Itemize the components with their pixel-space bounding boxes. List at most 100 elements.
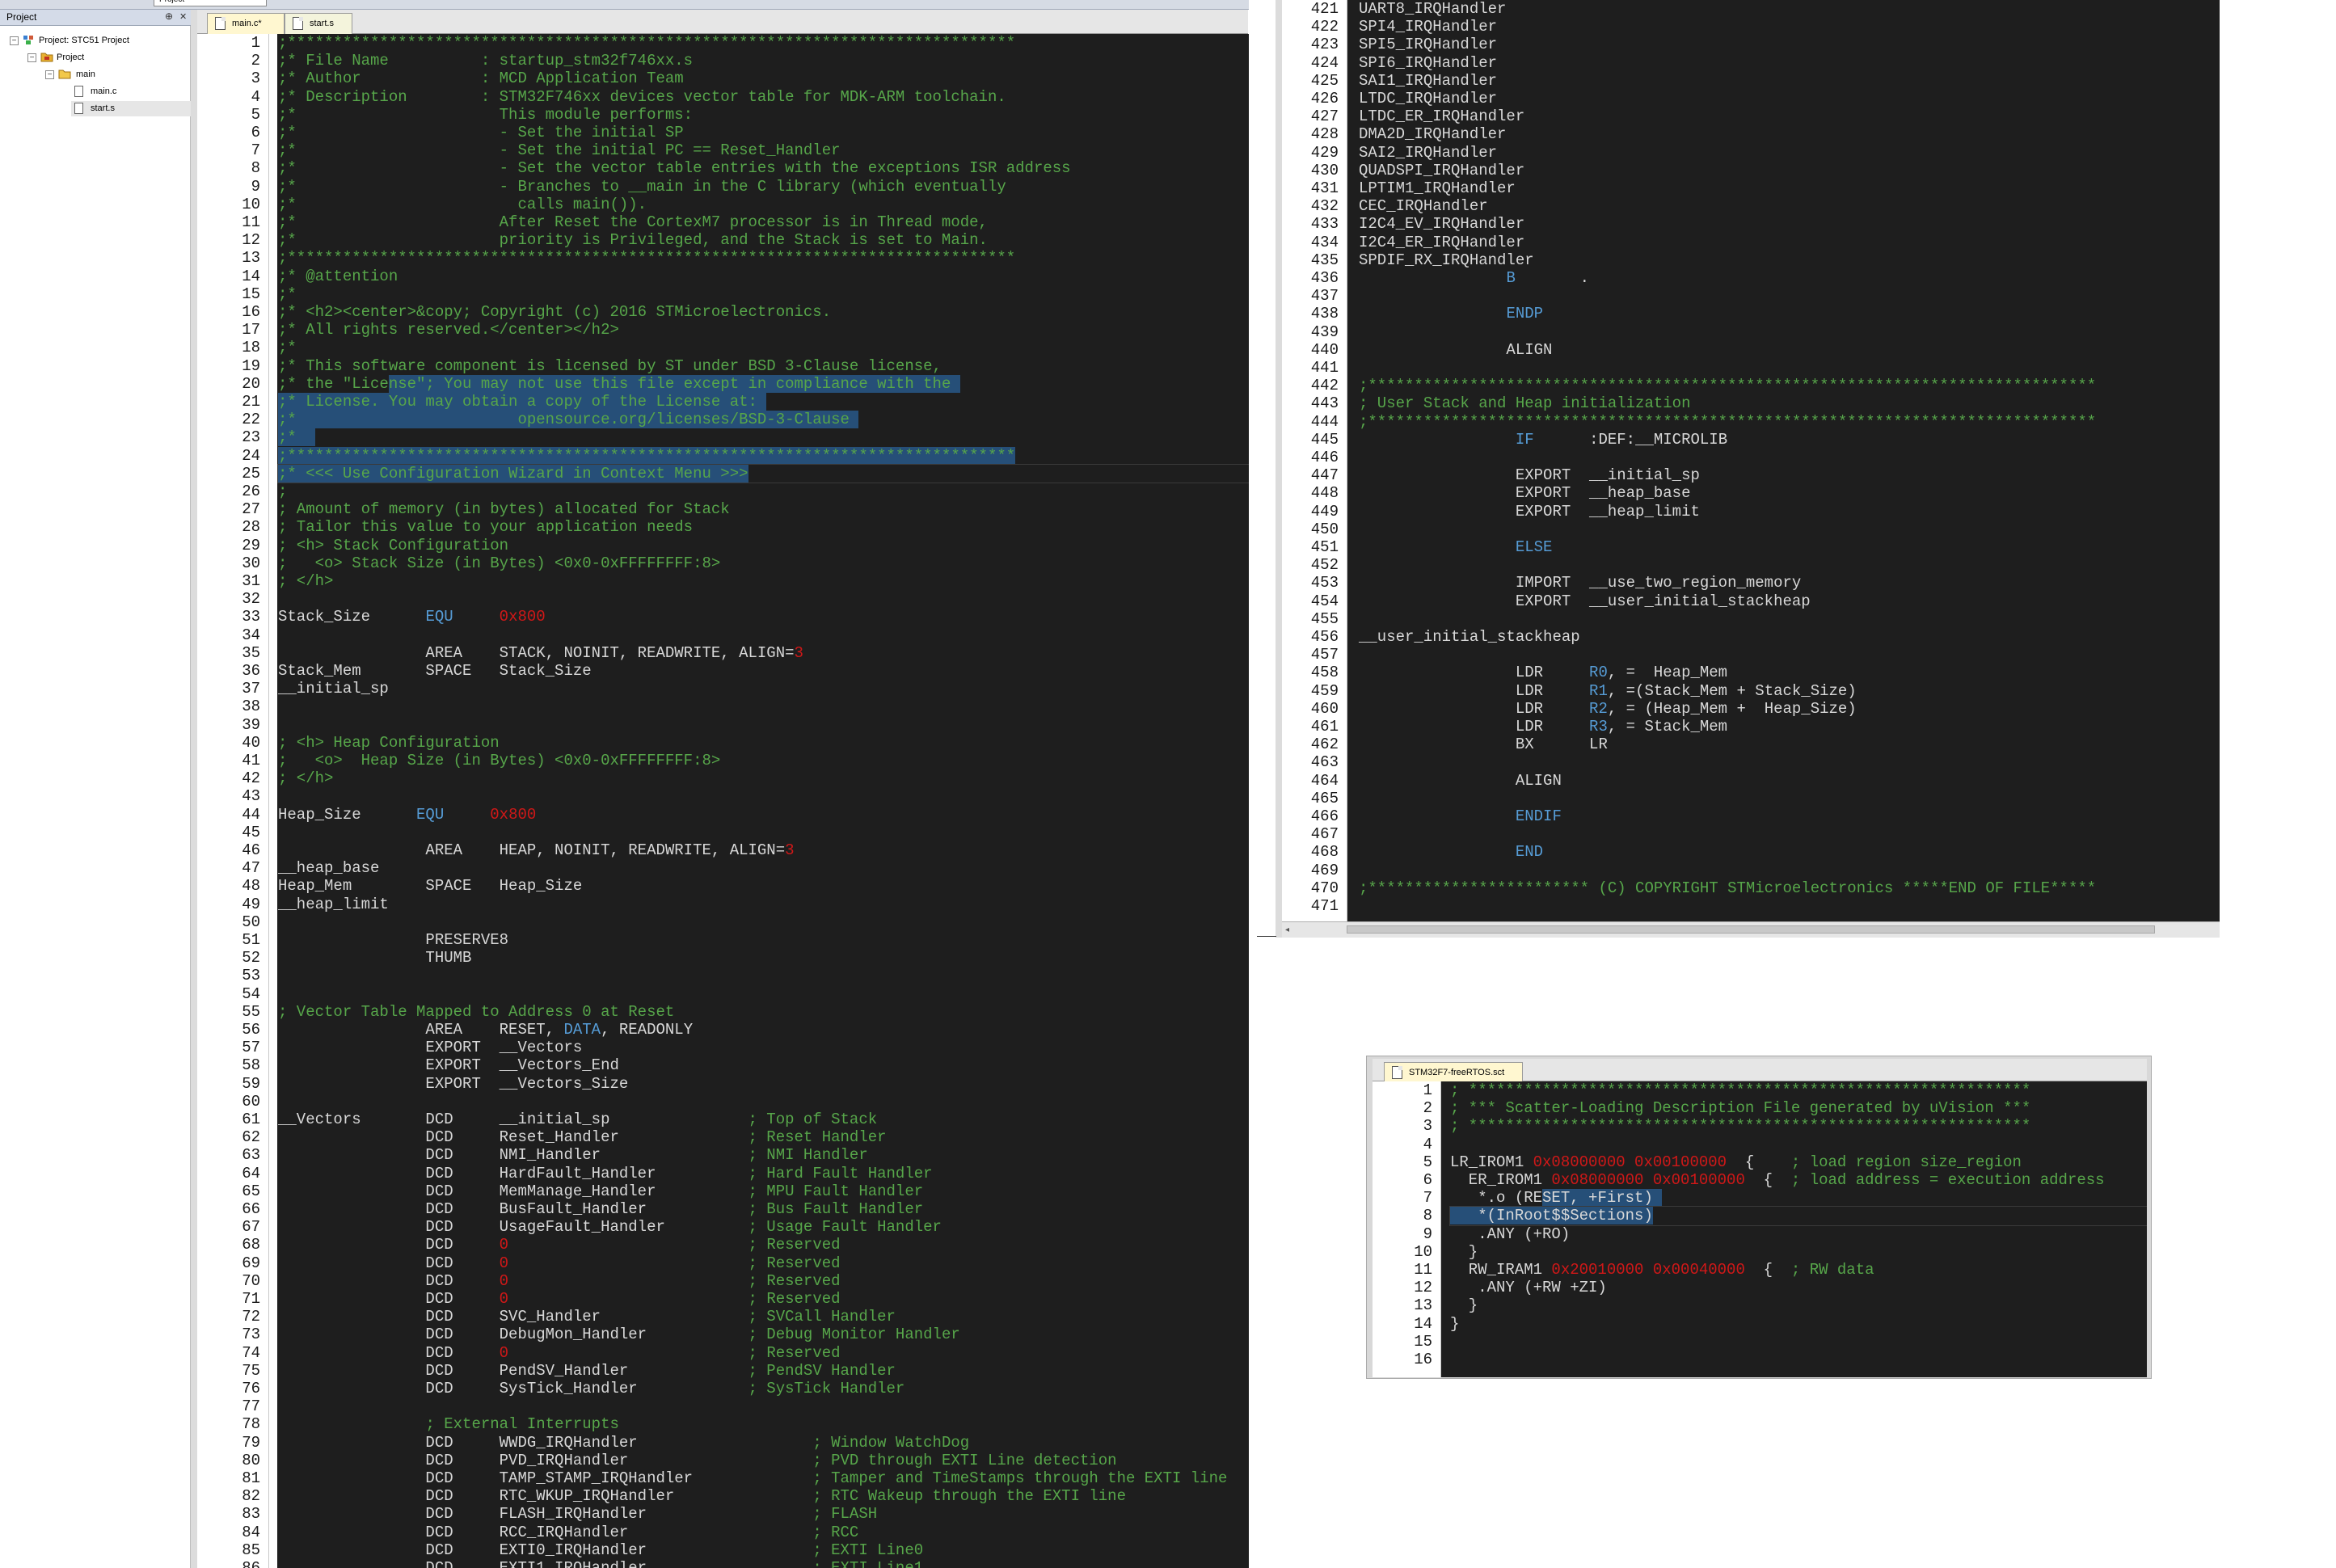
tree-item-project-root[interactable]: Project: STC51 Project — [39, 33, 129, 48]
code-line[interactable]: LDR R3, = Stack_Mem — [1359, 718, 2220, 736]
code-line[interactable] — [278, 913, 1249, 931]
code-line[interactable]: ;* Author : MCD Application Team — [278, 70, 1249, 87]
code-line[interactable]: DMA2D_IRQHandler — [1359, 125, 2220, 143]
code-line[interactable]: ;* — [278, 285, 1249, 303]
code-line[interactable]: ;* <<< Use Configuration Wizard in Conte… — [277, 463, 1249, 483]
code-line[interactable]: ;* — [278, 428, 1249, 447]
tree-item-file-main-c[interactable]: main.c — [91, 84, 116, 99]
code-line[interactable]: SAI2_IRQHandler — [1359, 144, 2220, 162]
code-line[interactable] — [278, 787, 1249, 805]
code-line[interactable]: SPI5_IRQHandler — [1359, 36, 2220, 53]
code-line[interactable]: ;* - Set the vector table entries with t… — [278, 159, 1249, 177]
code-line[interactable]: *(InRoot$$Sections) — [1449, 1206, 2147, 1226]
code-line[interactable]: DCD 0 ; Reserved — [278, 1236, 1249, 1254]
code-line[interactable]: DCD EXTI1_IRQHandler ; EXTI Line1 — [278, 1559, 1249, 1568]
code-line[interactable]: } — [1450, 1296, 2147, 1314]
code-line[interactable]: DCD PendSV_Handler ; PendSV Handler — [278, 1362, 1249, 1380]
code-line[interactable] — [1450, 1333, 2147, 1351]
code-line[interactable]: ELSE — [1359, 538, 2220, 556]
code-line[interactable]: ; Tailor this value to your application … — [278, 518, 1249, 536]
code-line[interactable]: DCD 0 ; Reserved — [278, 1272, 1249, 1290]
code-line[interactable] — [278, 716, 1249, 734]
tree-expander-target[interactable]: − — [27, 53, 36, 62]
code-line[interactable] — [278, 985, 1249, 1003]
code-line[interactable] — [278, 1093, 1249, 1111]
code-line[interactable]: ;* All rights reserved.</center></h2> — [278, 321, 1249, 339]
code-line[interactable]: __heap_base — [278, 859, 1249, 877]
code-line[interactable]: PRESERVE8 — [278, 931, 1249, 949]
code-line[interactable] — [1359, 521, 2220, 538]
code-line[interactable]: ; *** Scatter-Loading Description File g… — [1450, 1099, 2147, 1117]
code-line[interactable]: ;* calls main()). — [278, 196, 1249, 213]
tree-expander-group[interactable]: − — [45, 70, 54, 79]
code-line[interactable] — [1359, 862, 2220, 879]
code-line[interactable]: AREA RESET, DATA, READONLY — [278, 1021, 1249, 1039]
code-line[interactable]: ;***************************************… — [278, 249, 1249, 267]
code-line[interactable]: EXPORT __Vectors_End — [278, 1056, 1249, 1074]
code-line[interactable]: ;* This module performs: — [278, 106, 1249, 124]
code-line[interactable]: Stack_Size EQU 0x800 — [278, 608, 1249, 626]
code-line[interactable] — [1450, 1351, 2147, 1368]
code-line[interactable]: LR_IROM1 0x08000000 0x00100000 { ; load … — [1450, 1153, 2147, 1171]
code-line[interactable] — [1359, 610, 2220, 628]
code-line[interactable]: .ANY (+RW +ZI) — [1450, 1279, 2147, 1296]
code-line[interactable] — [1359, 646, 2220, 664]
code-line[interactable]: IMPORT __use_two_region_memory — [1359, 574, 2220, 592]
code-line[interactable]: LTDC_ER_IRQHandler — [1359, 107, 2220, 125]
code-line[interactable] — [278, 1397, 1249, 1415]
code-line[interactable]: ;***************************************… — [1359, 413, 2220, 431]
main-editor-scrollbar[interactable] — [1249, 0, 1259, 1568]
code-line[interactable]: ;* priority is Privileged, and the Stack… — [278, 231, 1249, 249]
code-line[interactable]: ; <h> Heap Configuration — [278, 734, 1249, 752]
code-line[interactable]: ;* License. You may obtain a copy of the… — [278, 393, 1249, 411]
code-line[interactable]: EXPORT __heap_base — [1359, 484, 2220, 502]
code-line[interactable] — [1359, 449, 2220, 466]
code-line[interactable]: DCD RTC_WKUP_IRQHandler ; RTC Wakeup thr… — [278, 1487, 1249, 1505]
code-line[interactable]: AREA HEAP, NOINIT, READWRITE, ALIGN=3 — [278, 841, 1249, 859]
code-line[interactable]: ; </h> — [278, 572, 1249, 590]
code-line[interactable]: LDR R1, =(Stack_Mem + Stack_Size) — [1359, 682, 2220, 700]
code-line[interactable]: DCD SVC_Handler ; SVCall Handler — [278, 1308, 1249, 1326]
code-line[interactable] — [1359, 359, 2220, 377]
tab-main-c[interactable]: main.c* — [207, 13, 285, 34]
code-line[interactable]: DCD PVD_IRQHandler ; PVD through EXTI Li… — [278, 1452, 1249, 1469]
right-editor[interactable]: UART8_IRQHandler SPI4_IRQHandler SPI5_IRQH… — [1282, 0, 2220, 921]
code-line[interactable]: DCD DebugMon_Handler ; Debug Monitor Han… — [278, 1326, 1249, 1343]
code-line[interactable]: IF :DEF:__MICROLIB — [1359, 431, 2220, 449]
code-line[interactable]: } — [1450, 1243, 2147, 1261]
code-line[interactable]: ; **************************************… — [1450, 1081, 2147, 1099]
code-line[interactable]: DCD Reset_Handler ; Reset Handler — [278, 1128, 1249, 1146]
code-line[interactable]: B . — [1359, 269, 2220, 287]
code-line[interactable]: ;***************************************… — [278, 446, 1249, 465]
code-line[interactable] — [278, 824, 1249, 841]
code-line[interactable]: ;* the "License"; You may not use this f… — [278, 374, 1249, 393]
code-line[interactable]: ;************************ (C) COPYRIGHT … — [1359, 879, 2220, 897]
code-line[interactable] — [1359, 323, 2220, 341]
code-line[interactable]: EXPORT __Vectors_Size — [278, 1075, 1249, 1093]
code-line[interactable] — [1359, 897, 2220, 915]
code-line[interactable]: ; <h> Stack Configuration — [278, 537, 1249, 554]
code-line[interactable]: ; <o> Heap Size (in Bytes) <0x0-0xFFFFFF… — [278, 752, 1249, 769]
code-line[interactable]: __heap_limit — [278, 896, 1249, 913]
pin-icon[interactable]: ⊕ — [165, 11, 173, 22]
scroll-left-arrow[interactable]: ◂ — [1285, 925, 1289, 934]
code-line[interactable]: ; </h> — [278, 769, 1249, 787]
code-line[interactable]: DCD 0 ; Reserved — [278, 1290, 1249, 1308]
code-line[interactable]: LPTIM1_IRQHandler — [1359, 179, 2220, 197]
code-line[interactable]: ;* - Set the initial PC == Reset_Handler — [278, 141, 1249, 159]
code-line[interactable]: ; — [278, 483, 1249, 500]
code-line[interactable]: LTDC_IRQHandler — [1359, 90, 2220, 107]
right-editor-hscrollbar[interactable]: ◂ — [1282, 921, 2220, 938]
code-line[interactable]: EXPORT __heap_limit — [1359, 503, 2220, 521]
code-line[interactable]: DCD 0 ; Reserved — [278, 1344, 1249, 1362]
code-line[interactable]: THUMB — [278, 949, 1249, 967]
code-line[interactable]: ; User Stack and Heap initialization — [1359, 394, 2220, 412]
code-line[interactable]: QUADSPI_IRQHandler — [1359, 162, 2220, 179]
code-line[interactable]: DCD RCC_IRQHandler ; RCC — [278, 1524, 1249, 1541]
code-line[interactable]: SPDIF_RX_IRQHandler — [1359, 251, 2220, 269]
project-dropdown[interactable]: Project — [154, 0, 267, 6]
code-line[interactable]: ;* @attention — [278, 268, 1249, 285]
code-line[interactable]: ; Vector Table Mapped to Address 0 at Re… — [278, 1003, 1249, 1021]
close-icon[interactable]: ✕ — [179, 11, 187, 22]
code-line[interactable]: .ANY (+RO) — [1450, 1225, 2147, 1243]
